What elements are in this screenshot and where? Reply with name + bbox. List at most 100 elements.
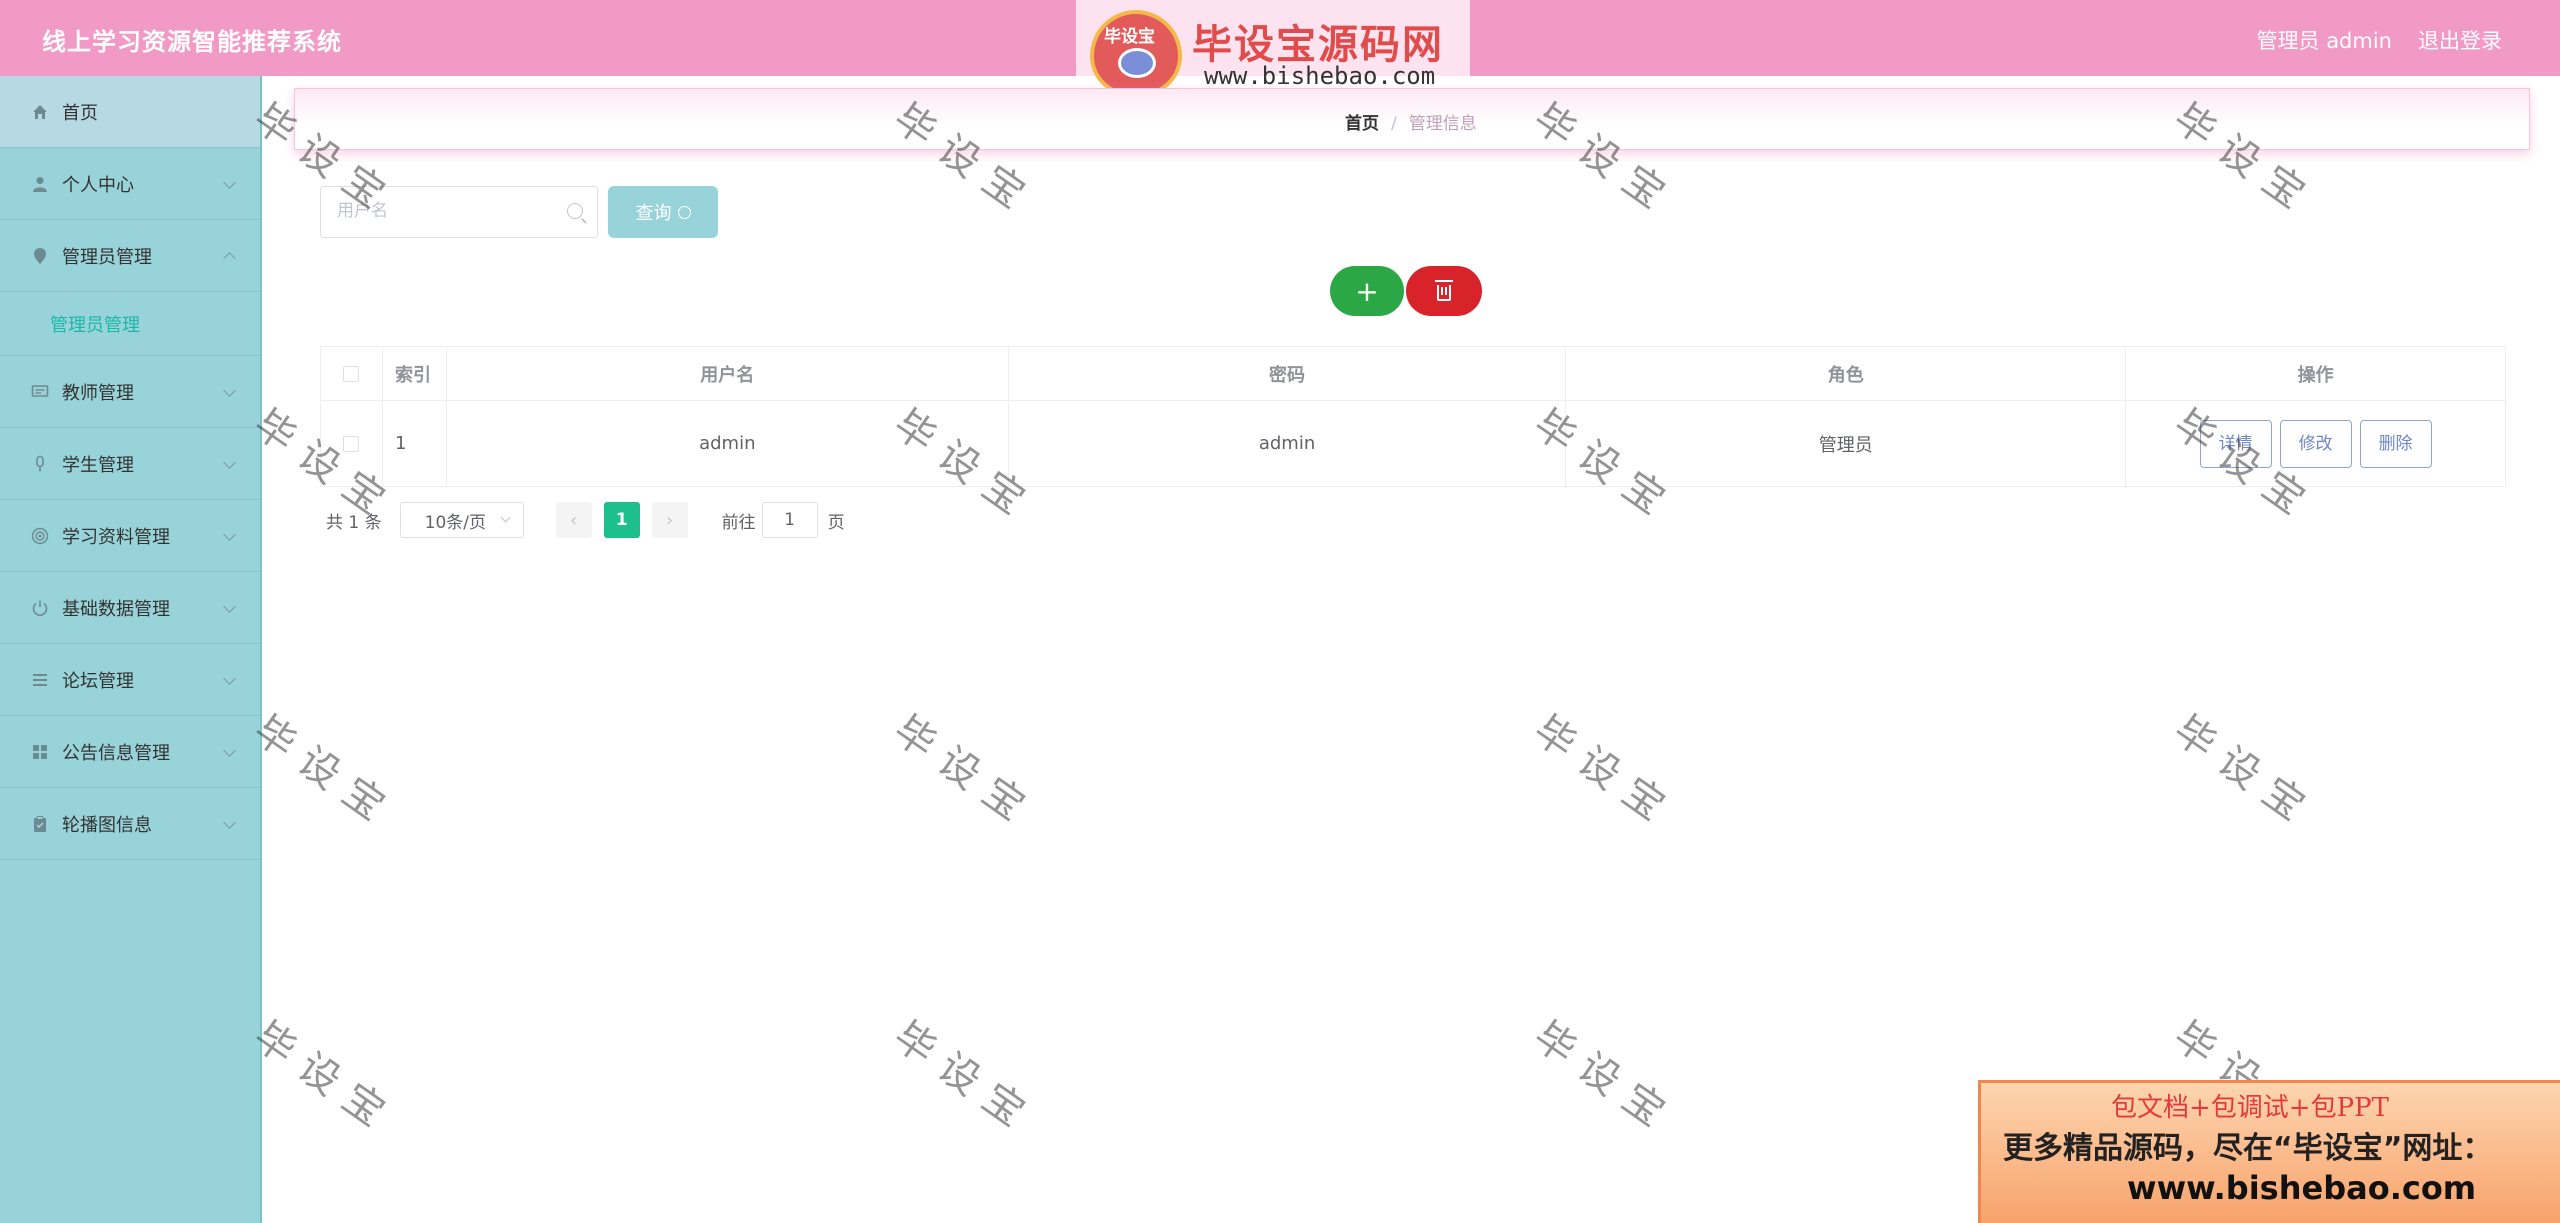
sidebar-item-label: 学生管理 (62, 454, 134, 476)
add-button[interactable]: + (1330, 266, 1404, 316)
watermark-text: 毕设宝 (885, 706, 1045, 838)
watermark-text: 毕设宝 (885, 1012, 1045, 1144)
column-header-password: 密码 (1008, 346, 1567, 401)
current-user: 管理员 admin (2256, 29, 2392, 53)
sidebar-item-label: 个人中心 (62, 174, 134, 196)
delete-button[interactable]: 删除 (2359, 419, 2432, 468)
plus-icon: + (1355, 274, 1379, 308)
breadcrumb-separator: / (1391, 114, 1397, 134)
pagination: 共 1 条 10条/页 ‹ 1 › 前往 页 (326, 502, 845, 538)
edit-button[interactable]: 修改 (2279, 419, 2352, 468)
sidebar-item-label: 公告信息管理 (62, 742, 170, 764)
select-all-cell (320, 346, 383, 401)
cell-role: 管理员 (1565, 400, 2127, 487)
sidebar-item-forum-management[interactable]: 论坛管理 (0, 644, 260, 716)
username-search-field[interactable] (320, 186, 598, 238)
chat-icon (30, 382, 50, 402)
column-header-index: 索引 (382, 346, 447, 401)
chevron-up-icon (223, 252, 236, 265)
page-size-value: 10条/页 (424, 512, 486, 533)
sidebar-item-personal-center[interactable]: 个人中心 (0, 148, 260, 220)
detail-button[interactable]: 详情 (2199, 419, 2272, 468)
sidebar-item-student-management[interactable]: 学生管理 (0, 428, 260, 500)
power-icon (30, 598, 50, 618)
promo-banner: 包文档+包调试+包PPT 更多精品源码，尽在“毕设宝”网址： www.bishe… (1978, 1080, 2560, 1223)
location-icon (30, 246, 50, 266)
sidebar: 首页 个人中心 管理员管理 管理员管理 教师管理 学生管理 学习资料管理 基础数… (0, 76, 262, 1223)
breadcrumb-current: 管理信息 (1408, 114, 1477, 134)
sidebar-item-label: 论坛管理 (62, 670, 134, 692)
watermark-text: 毕设宝 (1525, 1012, 1685, 1144)
chevron-down-icon (223, 384, 236, 397)
sidebar-item-basic-data[interactable]: 基础数据管理 (0, 572, 260, 644)
cell-index: 1 (382, 400, 447, 487)
sidebar-item-label: 学习资料管理 (62, 526, 170, 548)
breadcrumb: 首页 / 管理信息 (1345, 109, 1477, 134)
sidebar-item-home[interactable]: 首页 (0, 76, 260, 148)
column-header-role: 角色 (1565, 346, 2127, 401)
chevron-down-icon (223, 456, 236, 469)
prev-page-button[interactable]: ‹ (555, 502, 592, 538)
sidebar-item-label: 基础数据管理 (62, 598, 170, 620)
mic-icon (30, 454, 50, 474)
search-input[interactable] (337, 187, 557, 235)
batch-delete-button[interactable] (1406, 266, 1482, 316)
sidebar-item-learning-materials[interactable]: 学习资料管理 (0, 500, 260, 572)
list-icon (30, 670, 50, 690)
breadcrumb-home[interactable]: 首页 (1345, 114, 1379, 134)
chevron-down-icon (223, 744, 236, 757)
page-label: 页 (827, 512, 845, 533)
chevron-down-icon (223, 672, 236, 685)
search-icon (677, 205, 691, 219)
watermark-text: 毕设宝 (245, 1012, 405, 1144)
sidebar-item-teacher-management[interactable]: 教师管理 (0, 356, 260, 428)
sidebar-item-announcement-management[interactable]: 公告信息管理 (0, 716, 260, 788)
page-size-select[interactable]: 10条/页 (399, 502, 524, 538)
chevron-down-icon (223, 528, 236, 541)
trash-icon (1435, 280, 1453, 301)
chevron-down-icon (223, 816, 236, 829)
grid-icon (30, 742, 50, 762)
clipboard-icon (30, 814, 50, 834)
target-icon (30, 526, 50, 546)
row-select-cell (320, 400, 383, 487)
sidebar-item-label: 首页 (62, 102, 98, 124)
promo-url: www.bishebao.com (2127, 1169, 2477, 1207)
query-button[interactable]: 查询 (608, 186, 718, 238)
cell-username: admin (446, 400, 1009, 487)
sidebar-item-label: 管理员管理 (62, 246, 152, 268)
logo-url: www.bishebao.com (1204, 62, 1436, 90)
logo-badge-icon: 毕设宝 (1090, 10, 1182, 96)
pagination-total: 共 1 条 (326, 512, 382, 533)
logout-link[interactable]: 退出登录 (2418, 25, 2502, 55)
app-title: 线上学习资源智能推荐系统 (42, 28, 342, 56)
chevron-left-icon: ‹ (570, 509, 578, 531)
chevron-down-icon (500, 512, 511, 523)
promo-line-1: 包文档+包调试+包PPT (2111, 1093, 2389, 1123)
sidebar-item-label: 教师管理 (62, 382, 134, 404)
sidebar-item-label: 轮播图信息 (62, 814, 152, 836)
column-header-operations: 操作 (2125, 346, 2506, 401)
logo-face-icon (1118, 48, 1156, 78)
next-page-button[interactable]: › (651, 502, 688, 538)
cell-password: admin (1008, 400, 1567, 487)
row-checkbox[interactable] (343, 436, 360, 452)
table-row: 1 admin admin 管理员 详情 修改 删除 (320, 400, 2506, 487)
submenu-item-admin-management[interactable]: 管理员管理 (0, 292, 260, 356)
goto-label: 前往 (721, 512, 756, 533)
chevron-right-icon: › (666, 509, 674, 531)
user-icon (30, 174, 50, 194)
watermark-text: 毕设宝 (2165, 706, 2325, 838)
chevron-down-icon (223, 600, 236, 613)
table-header-row: 索引 用户名 密码 角色 操作 (320, 346, 2506, 401)
select-all-checkbox[interactable] (343, 366, 360, 382)
home-icon (30, 102, 50, 122)
watermark-text: 毕设宝 (245, 706, 405, 838)
page-number-current[interactable]: 1 (603, 502, 640, 538)
admin-table: 索引 用户名 密码 角色 操作 1 admin admin 管理员 详情 修改 删除 (320, 346, 2506, 487)
chevron-down-icon (223, 176, 236, 189)
sidebar-item-carousel-info[interactable]: 轮播图信息 (0, 788, 260, 860)
query-button-label: 查询 (635, 203, 672, 223)
sidebar-item-admin-management[interactable]: 管理员管理 (0, 220, 260, 292)
page-jump-input[interactable] (761, 502, 818, 538)
